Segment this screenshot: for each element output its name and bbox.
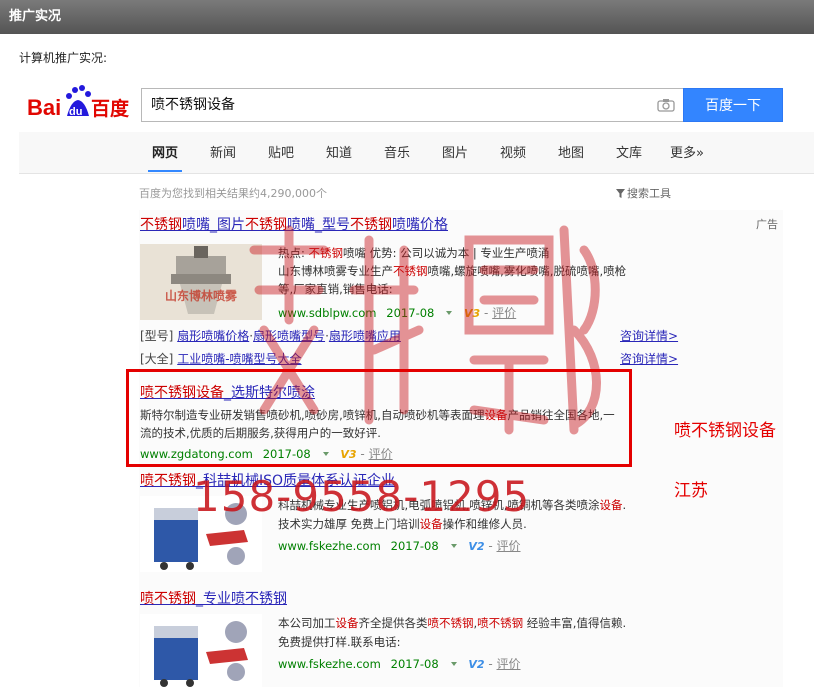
tab-wenku[interactable]: 文库: [616, 142, 642, 161]
header-title: 推广实况: [9, 9, 62, 24]
eval-link[interactable]: 评价: [497, 539, 521, 553]
highlight-box: [126, 369, 632, 467]
title-hl: 喷不锈钢: [140, 473, 196, 489]
v2-badge-icon[interactable]: V2: [468, 540, 484, 553]
sublink[interactable]: 扇形喷嘴价格: [177, 329, 249, 343]
thumb-watermark: 山东博林喷雾: [165, 288, 238, 303]
result-4-desc-2: 免费提供打样.联系电话:: [278, 635, 401, 649]
header-bar: 推广实况: [0, 0, 814, 34]
sublink-bracket: [型号]: [140, 329, 174, 343]
region-annotation: 江苏: [674, 481, 708, 501]
result-4-title[interactable]: 喷不锈钢_专业喷不锈钢: [140, 588, 287, 608]
result-date: 2017-08: [390, 657, 439, 671]
title-text: 喷嘴_图片: [182, 217, 245, 233]
keyword-annotation: 喷不锈钢设备: [674, 421, 776, 441]
search-tools-label: 搜索工具: [627, 187, 671, 200]
eval-link[interactable]: 评价: [497, 657, 521, 671]
camera-icon[interactable]: [657, 98, 675, 112]
result-stats: 百度为您找到相关结果约4,290,000个: [139, 187, 327, 200]
result-url[interactable]: www.fskezhe.com: [278, 539, 381, 553]
result-4-thumbnail[interactable]: [140, 614, 262, 687]
title-hl: 不锈钢: [140, 217, 182, 233]
title-hl: 喷不锈钢: [140, 591, 196, 607]
logo-text-bai: Bai: [27, 95, 61, 120]
sublink-bracket: [大全]: [140, 352, 174, 366]
tab-music[interactable]: 音乐: [384, 142, 410, 161]
nav-tabs: 网页 新闻 贴吧 知道 音乐 图片 视频 地图 文库 更多»: [19, 132, 814, 174]
result-4-desc-1: 本公司加工设备齐全提供各类喷不锈钢,喷不锈钢 经验丰富,值得信赖.: [278, 616, 627, 630]
result-3-meta: www.fskezhe.com 2017-08 V2 - 评价: [278, 539, 521, 553]
tab-zhidao[interactable]: 知道: [326, 142, 352, 161]
search-query: 喷不锈钢设备: [151, 97, 235, 113]
sublink-more-1[interactable]: 咨询详情>: [620, 327, 678, 344]
baidu-logo: Bai du 百度: [27, 85, 130, 120]
tab-images[interactable]: 图片: [442, 142, 468, 161]
dropdown-arrow-icon[interactable]: [450, 544, 457, 548]
tab-map[interactable]: 地图: [558, 142, 584, 161]
result-title-link[interactable]: 喷不锈钢_专业喷不锈钢: [140, 591, 287, 607]
title-text: _专业喷不锈钢: [196, 591, 287, 607]
machine-image: [140, 614, 262, 687]
v2-badge-icon[interactable]: V2: [468, 658, 484, 671]
logo-text-cn: 百度: [91, 97, 130, 120]
search-preview: Bai du 百度 喷不锈钢设备 百度一下 网页 新闻 贴吧 知道 音乐 图片 …: [19, 72, 814, 687]
sublink-more-2[interactable]: 咨询详情>: [620, 350, 678, 367]
search-button[interactable]: 百度一下: [683, 88, 783, 122]
tab-news[interactable]: 新闻: [210, 142, 236, 161]
search-tools-button[interactable]: 搜索工具: [616, 185, 671, 201]
phone-watermark: 158-9558-1295: [193, 472, 531, 521]
result-4-meta: www.fskezhe.com 2017-08 V2 - 评价: [278, 657, 521, 671]
logo-text-du: du: [69, 106, 82, 118]
result-date: 2017-08: [390, 539, 439, 553]
preview-subtitle: 计算机推广实况:: [19, 51, 108, 65]
tab-video[interactable]: 视频: [500, 142, 526, 161]
funnel-icon: [616, 189, 625, 198]
tab-more[interactable]: 更多»: [670, 142, 704, 161]
tab-tieba[interactable]: 贴吧: [268, 142, 294, 161]
dropdown-arrow-icon[interactable]: [450, 662, 457, 666]
search-input[interactable]: 喷不锈钢设备: [141, 88, 684, 122]
tab-web[interactable]: 网页: [147, 142, 183, 172]
result-url[interactable]: www.fskezhe.com: [278, 657, 381, 671]
ad-tag: 广告: [756, 218, 778, 231]
